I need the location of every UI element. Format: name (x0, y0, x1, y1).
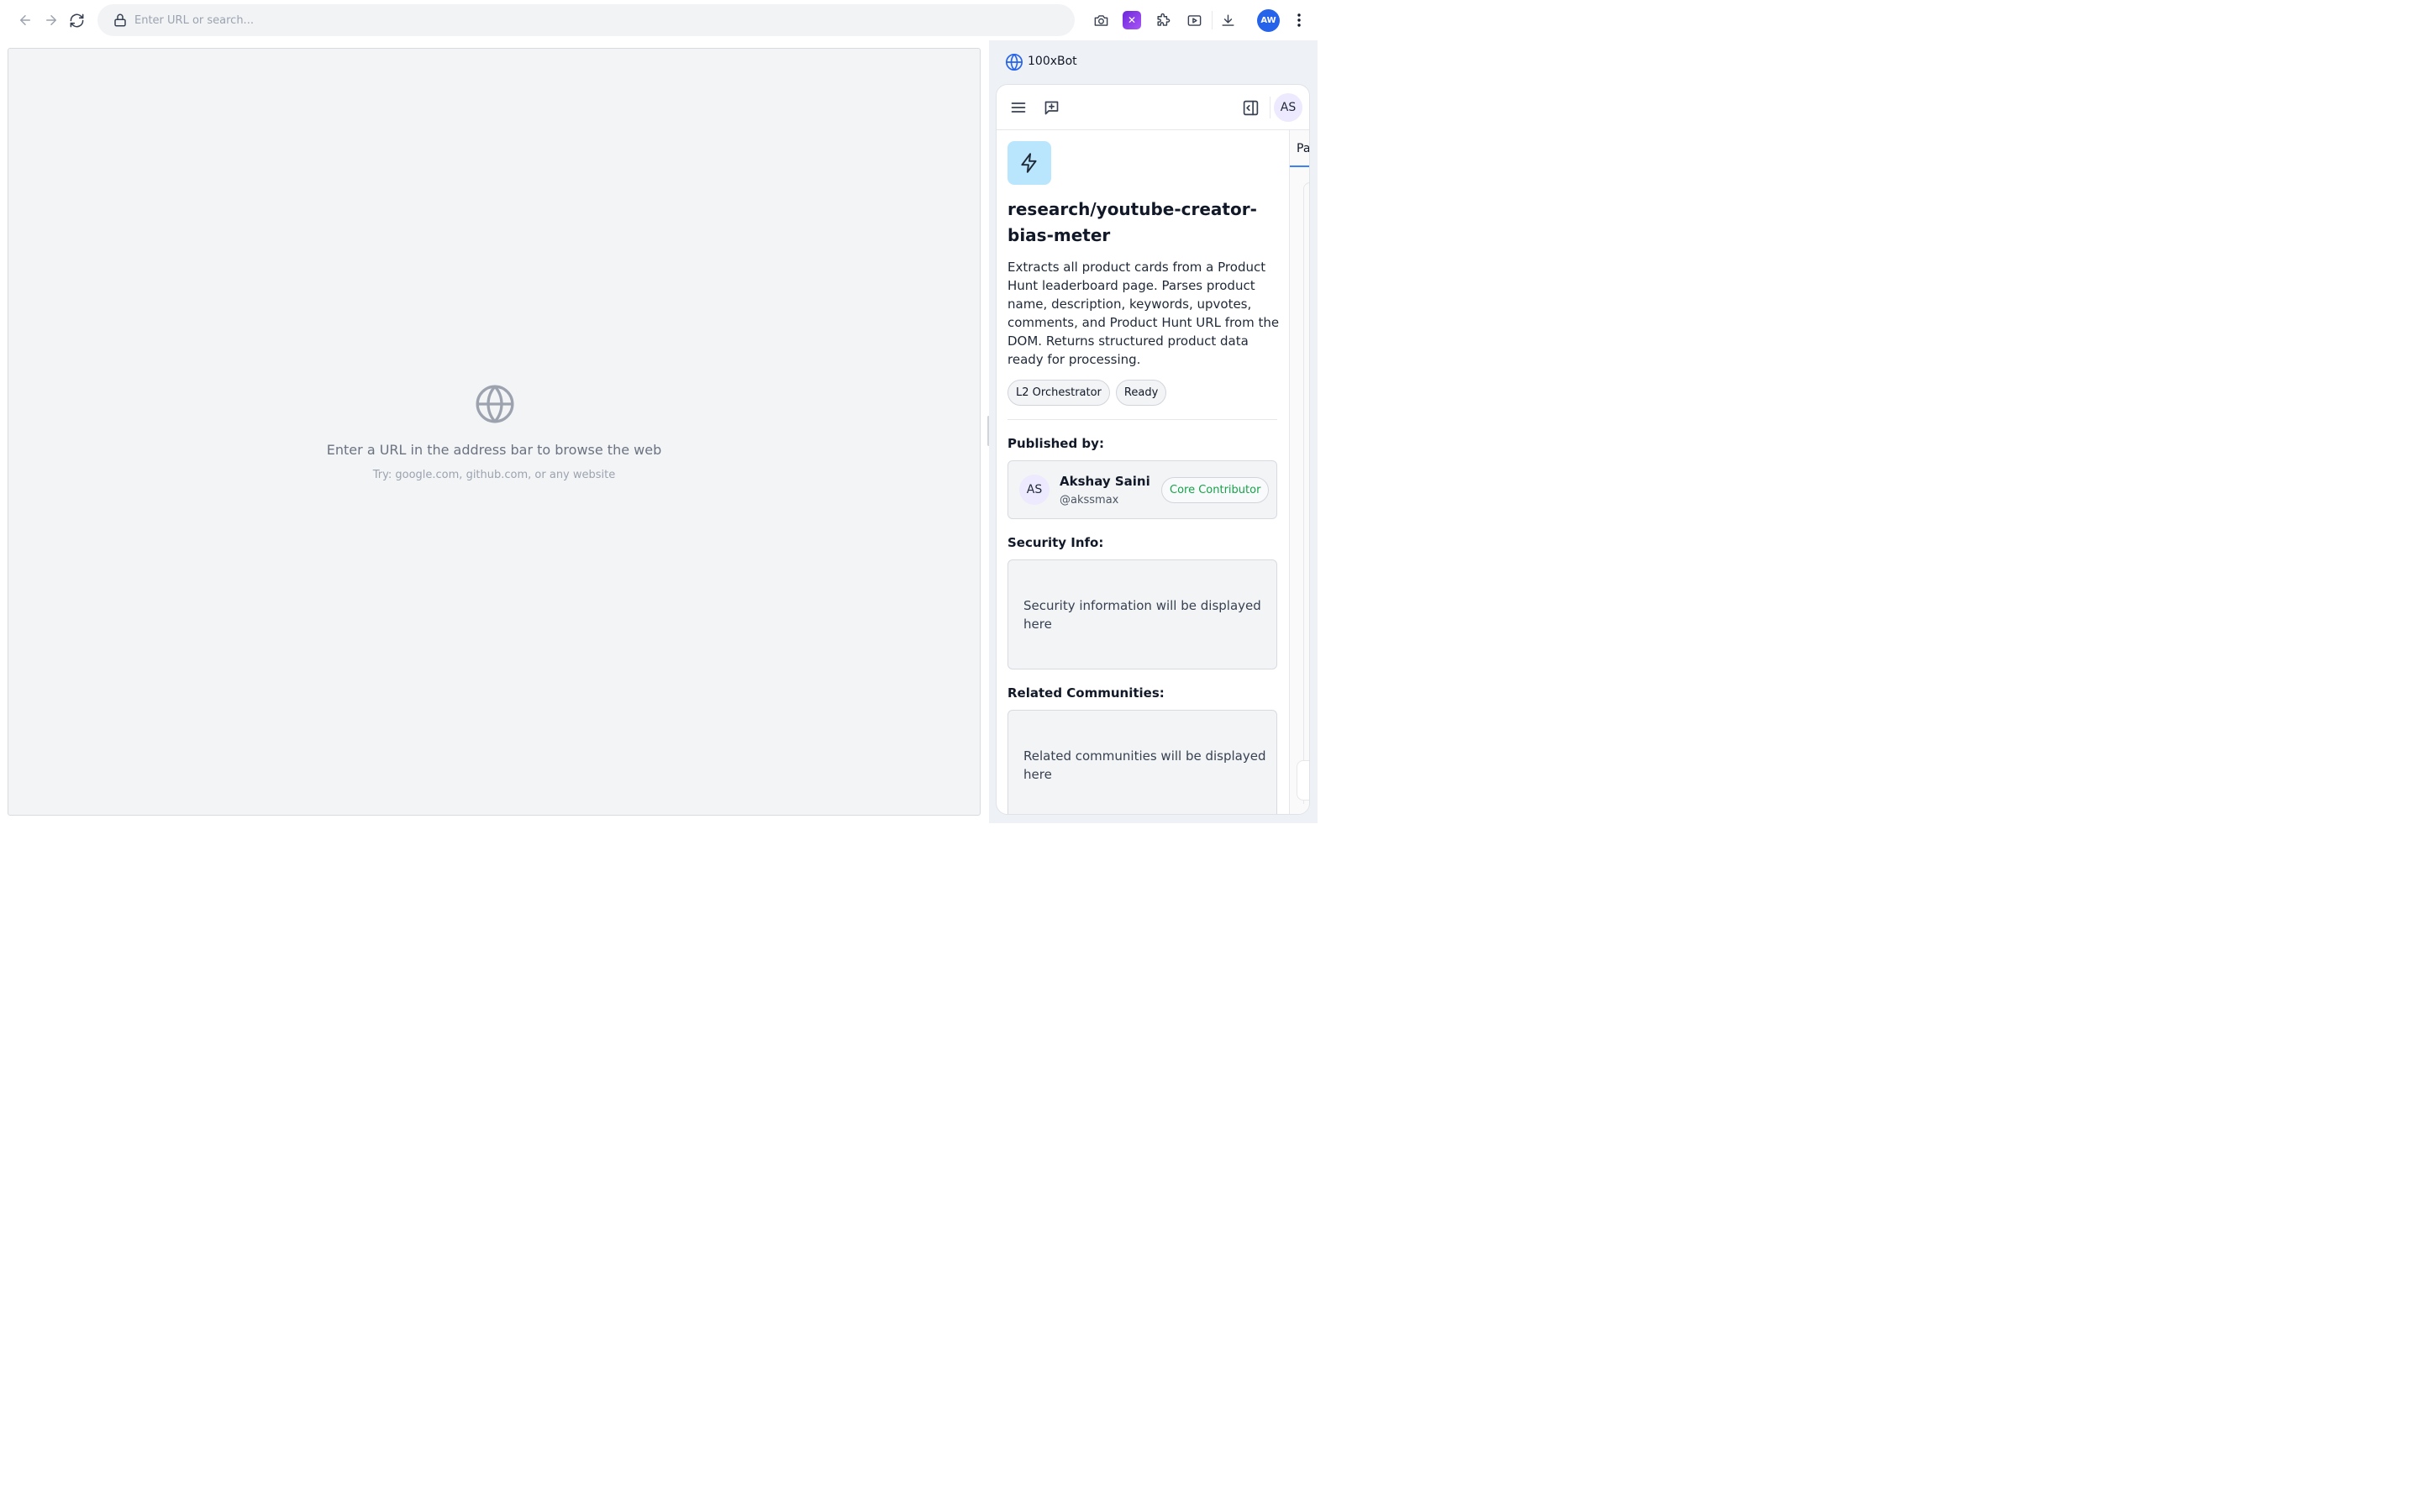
published-by-label: Published by: (1007, 436, 1104, 451)
tool-icon-tile (1007, 141, 1051, 185)
collapse-panel-button[interactable] (1240, 97, 1260, 118)
panel-collapse-icon (1243, 100, 1258, 115)
forward-button[interactable] (41, 10, 61, 30)
screenshot-button[interactable] (1090, 9, 1112, 31)
globe-icon (1006, 54, 1023, 71)
section-divider (1007, 419, 1277, 420)
publisher-name: Akshay Saini (1060, 474, 1150, 489)
panel-toolbar: AS (997, 85, 1309, 130)
address-bar[interactable] (97, 4, 1075, 36)
adjacent-panel-peek: Pa (1289, 130, 1309, 814)
lightning-bolt-icon (1021, 153, 1037, 173)
browser-menu-button[interactable] (1292, 10, 1306, 30)
download-icon (1221, 13, 1234, 26)
puzzle-icon (1156, 13, 1170, 26)
peek-input-edge (1297, 760, 1309, 801)
empty-state-title: Enter a URL in the address bar to browse… (326, 442, 662, 458)
video-play-icon (1187, 14, 1201, 26)
peek-tab[interactable]: Pa (1297, 142, 1309, 155)
message-plus-icon (1044, 101, 1058, 114)
media-button[interactable] (1183, 9, 1205, 31)
reload-icon (70, 13, 83, 27)
browser-viewport: Enter a URL in the address bar to browse… (8, 48, 981, 816)
extension-x-button[interactable]: ✕ (1121, 9, 1143, 31)
related-communities-label: Related Communities: (1007, 685, 1165, 701)
x-extension-icon: ✕ (1123, 11, 1141, 29)
downloads-button[interactable] (1217, 9, 1239, 31)
user-avatar[interactable]: AS (1274, 93, 1302, 122)
browser-toolbar: ✕ AW (0, 0, 1318, 40)
reload-button[interactable] (66, 10, 87, 30)
arrow-left-icon (20, 15, 30, 25)
related-communities-text: Related communities will be displayed he… (1023, 748, 1266, 782)
hamburger-menu-icon (1011, 102, 1026, 113)
toolbar-separator (1212, 11, 1213, 29)
lock-icon (114, 13, 126, 27)
sidebar: 100xBot AS research/youtube-creator-bias… (989, 40, 1318, 823)
extensions-button[interactable] (1152, 9, 1174, 31)
camera-icon (1094, 14, 1107, 26)
publisher-avatar: AS (1019, 475, 1050, 505)
contributor-badge: Core Contributor (1161, 477, 1270, 503)
peek-card-edge (1303, 182, 1309, 804)
url-input[interactable] (134, 4, 1059, 36)
tool-description: Extracts all product cards from a Produc… (1007, 260, 1280, 367)
profile-avatar[interactable]: AW (1257, 9, 1280, 32)
app-name: 100xBot (1028, 55, 1077, 68)
more-vertical-icon (1297, 13, 1301, 27)
sidebar-header: 100xBot (989, 40, 1318, 84)
empty-state-hint: Try: google.com, github.com, or any webs… (372, 469, 616, 481)
tool-detail: research/youtube-creator-bias-meter Extr… (1007, 130, 1290, 814)
new-chat-button[interactable] (1041, 97, 1061, 118)
status-chip: Ready (1115, 380, 1167, 406)
bot-panel: AS research/youtube-creator-bias-meter E… (996, 84, 1310, 815)
security-info-label: Security Info: (1007, 535, 1104, 550)
globe-icon (476, 385, 514, 423)
arrow-right-icon (46, 15, 56, 25)
back-button[interactable] (15, 10, 35, 30)
publisher-card[interactable]: AS Akshay Saini @akssmax Core Contributo… (1007, 460, 1277, 519)
tool-tags: L2 Orchestrator Ready (1007, 380, 1167, 406)
publisher-handle: @akssmax (1060, 494, 1119, 507)
tool-title: research/youtube-creator-bias-meter (1007, 199, 1257, 245)
tab-underline (1290, 165, 1309, 167)
tag-chip: L2 Orchestrator (1007, 380, 1110, 406)
security-info-text: Security information will be displayed h… (1023, 598, 1261, 632)
menu-button[interactable] (1008, 97, 1028, 118)
security-info-box: Security information will be displayed h… (1007, 559, 1277, 669)
related-communities-box: Related communities will be displayed he… (1007, 710, 1277, 814)
